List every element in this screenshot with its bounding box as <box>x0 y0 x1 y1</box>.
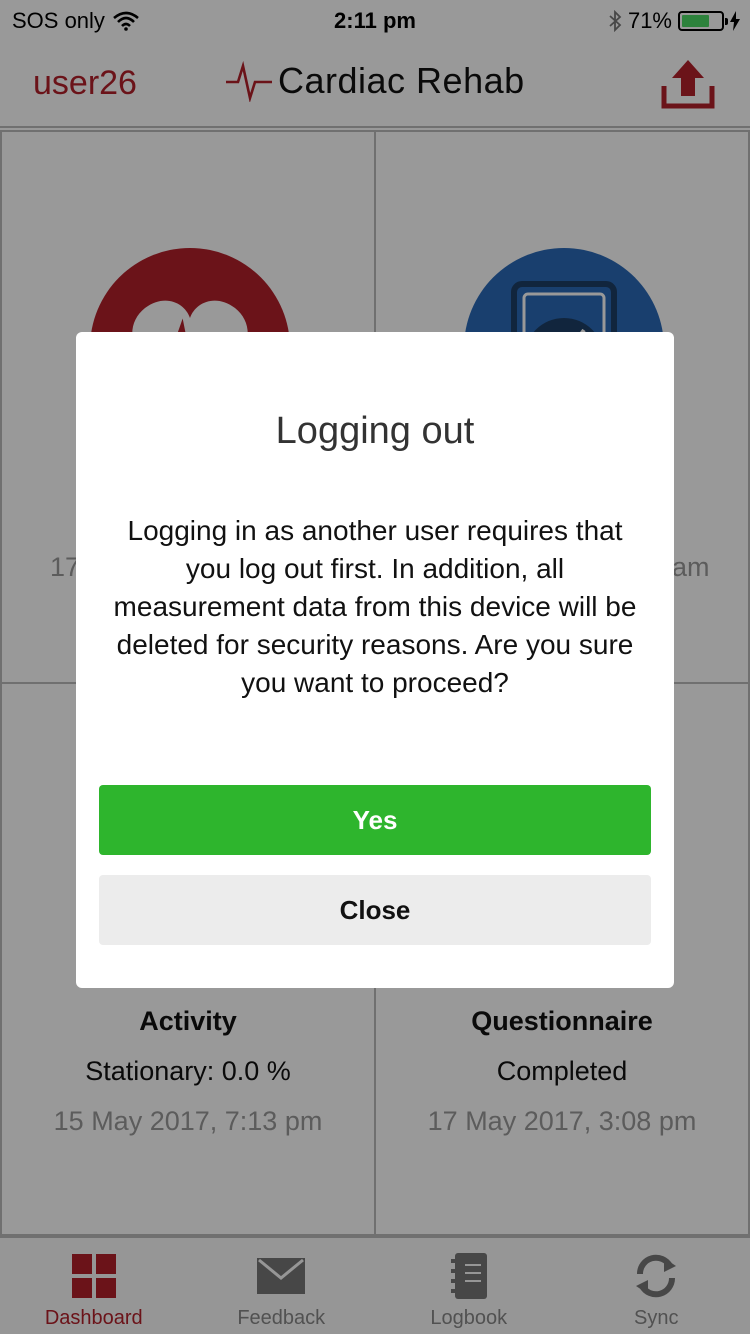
dialog-message: Logging in as another user requires that… <box>113 515 637 698</box>
close-button[interactable]: Close <box>99 875 651 945</box>
logout-dialog: Logging out Logging in as another user r… <box>76 332 674 988</box>
yes-button[interactable]: Yes <box>99 785 651 855</box>
dialog-title: Logging out <box>275 410 475 452</box>
